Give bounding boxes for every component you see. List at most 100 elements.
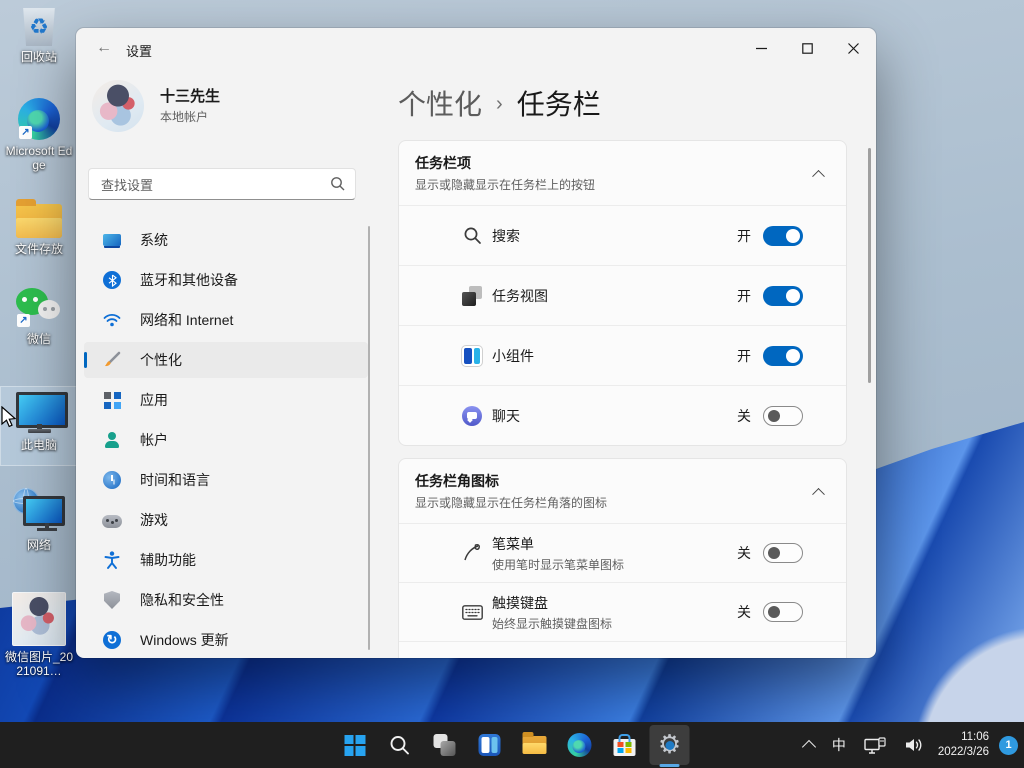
notification-badge[interactable]: 1 xyxy=(999,735,1018,755)
touch-keyboard-toggle[interactable] xyxy=(763,602,803,622)
sidebar-item-label: 时间和语言 xyxy=(140,472,210,488)
desktop-icon-microsoft-edge[interactable]: ↗ Microsoft Edge xyxy=(3,98,75,172)
search-icon xyxy=(331,177,345,191)
toggle-state-label: 开 xyxy=(737,227,751,244)
toggle-state-label: 开 xyxy=(737,287,751,304)
taskbar-corner-icons-card: 任务栏角图标 显示或隐藏显示在任务栏角落的图标 笔菜单 使用笔时显示笔菜单图标 xyxy=(398,458,847,658)
setting-row-task-view: 任务视图 开 xyxy=(399,265,846,325)
toggle-state-label: 关 xyxy=(737,604,751,620)
hidden-icons-button[interactable] xyxy=(800,734,818,756)
sidebar-item-accessibility[interactable]: 辅助功能 xyxy=(84,542,368,578)
settings-button-active[interactable]: ⚙ xyxy=(649,725,690,767)
personalization-brush-icon xyxy=(102,350,122,370)
clock[interactable]: 11:06 2022/3/26 xyxy=(938,730,989,760)
network-icon xyxy=(13,488,65,534)
sidebar-item-network[interactable]: 网络和 Internet xyxy=(84,302,368,338)
settings-nav: 系统 蓝牙和其他设备 网络和 Internet 个性化 应用 帐户 时间和语言 … xyxy=(84,222,368,658)
setting-label: 小组件 xyxy=(492,347,534,364)
accessibility-icon xyxy=(102,550,122,570)
sidebar-item-windows-update[interactable]: ↻ Windows 更新 xyxy=(84,622,368,658)
collapse-chevron-icon[interactable] xyxy=(806,479,830,503)
tray-date: 2022/3/26 xyxy=(937,746,989,758)
section-header-taskbar-items[interactable]: 任务栏项 显示或隐藏显示在任务栏上的按钮 xyxy=(399,141,846,205)
desktop-icon-label: 文件存放 xyxy=(14,242,63,256)
sidebar-item-apps[interactable]: 应用 xyxy=(84,382,368,418)
sidebar-item-system[interactable]: 系统 xyxy=(84,222,368,258)
shortcut-arrow-icon: ↗ xyxy=(19,126,32,139)
sidebar-item-label: 隐私和安全性 xyxy=(140,592,224,608)
edge-button[interactable] xyxy=(560,725,600,765)
search-toggle[interactable] xyxy=(763,225,803,246)
chevron-up-icon xyxy=(801,739,816,755)
settings-search-box[interactable] xyxy=(88,168,356,201)
sidebar-item-time-language[interactable]: 时间和语言 xyxy=(84,462,368,498)
setting-label: 搜索 xyxy=(492,227,520,244)
volume-tray-button[interactable] xyxy=(900,733,928,757)
widgets-toggle[interactable] xyxy=(763,345,803,366)
desktop-icon-wechat-image[interactable]: 微信图片_2021091… xyxy=(3,592,75,678)
sidebar-item-privacy[interactable]: 隐私和安全性 xyxy=(84,582,368,618)
sidebar-item-label: 蓝牙和其他设备 xyxy=(140,272,238,288)
user-avatar[interactable] xyxy=(92,80,144,132)
sidebar-item-label: 个性化 xyxy=(140,352,182,368)
ime-indicator[interactable]: 中 xyxy=(828,731,850,759)
search-input[interactable] xyxy=(99,169,323,201)
pen-icon xyxy=(461,542,483,564)
sidebar-item-personalization[interactable]: 个性化 xyxy=(84,342,368,378)
settings-sidebar: 十三先生 本地帐户 系统 蓝牙和其他设备 xyxy=(76,68,398,658)
section-title: 任务栏角图标 xyxy=(415,473,499,489)
system-tray: 中 11:06 2022/3/26 1 xyxy=(800,722,1018,768)
section-description: 显示或隐藏显示在任务栏上的按钮 xyxy=(415,178,596,192)
sidebar-item-label: 游戏 xyxy=(140,512,168,528)
gear-icon: ⚙ xyxy=(656,731,684,759)
desktop-icon-recycle-bin[interactable]: ♻ 回收站 xyxy=(3,8,75,64)
windows-update-icon: ↻ xyxy=(102,630,122,650)
pen-menu-toggle[interactable] xyxy=(763,543,803,563)
toggle-state-label: 关 xyxy=(737,407,751,424)
edge-icon xyxy=(567,733,592,757)
collapse-chevron-icon[interactable] xyxy=(806,161,830,185)
minimize-icon xyxy=(755,47,767,49)
start-button[interactable] xyxy=(335,725,375,765)
desktop-icon-label: 微信 xyxy=(26,332,51,346)
desktop-icon-network[interactable]: 网络 xyxy=(3,488,75,552)
speaker-icon xyxy=(905,739,922,751)
desktop-icon-wechat[interactable]: ↗ 微信 xyxy=(3,286,75,346)
task-view-toggle[interactable] xyxy=(763,285,803,306)
desktop-icon-folder[interactable]: 文件存放 xyxy=(3,196,75,256)
touch-keyboard-icon xyxy=(461,601,483,623)
minimize-button[interactable] xyxy=(738,28,784,68)
sidebar-item-accounts[interactable]: 帐户 xyxy=(84,422,368,458)
store-button[interactable] xyxy=(605,725,645,765)
maximize-button[interactable] xyxy=(784,28,830,68)
start-icon xyxy=(344,734,365,756)
sidebar-item-bluetooth[interactable]: 蓝牙和其他设备 xyxy=(84,262,368,298)
sidebar-item-label: 应用 xyxy=(140,392,168,408)
setting-row-widgets: 小组件 开 xyxy=(399,325,846,385)
store-icon xyxy=(613,734,636,756)
task-view-button[interactable] xyxy=(425,725,465,765)
sidebar-scrollbar[interactable] xyxy=(368,226,370,650)
breadcrumb-parent[interactable]: 个性化 xyxy=(398,83,482,123)
back-button[interactable]: ← xyxy=(90,36,118,60)
window-title: 设置 xyxy=(126,44,153,59)
settings-window: ← 设置 十三先生 本地帐户 查找设置 系统 蓝牙和其他设备 网络和 Inter… xyxy=(76,28,876,658)
shortcut-arrow-icon: ↗ xyxy=(17,314,30,327)
section-header-corner-icons[interactable]: 任务栏角图标 显示或隐藏显示在任务栏角落的图标 xyxy=(399,459,846,523)
taskbar-search-button[interactable] xyxy=(380,725,420,765)
close-button[interactable] xyxy=(830,28,876,68)
accounts-icon xyxy=(102,430,122,450)
chat-toggle[interactable] xyxy=(763,405,803,426)
network-icon xyxy=(864,736,886,754)
window-titlebar[interactable]: ← 设置 xyxy=(76,28,876,68)
sidebar-item-gaming[interactable]: 游戏 xyxy=(84,502,368,538)
network-tray-button[interactable] xyxy=(860,733,890,758)
search-icon xyxy=(461,225,483,247)
taskbar: ⚙ 中 11:06 2022/3/26 1 xyxy=(0,722,1024,768)
widgets-button[interactable] xyxy=(470,725,510,765)
file-explorer-button[interactable] xyxy=(515,725,555,765)
sidebar-item-label: Windows 更新 xyxy=(140,632,229,648)
setting-row-chat: 聊天 关 xyxy=(399,385,846,445)
content-scrollbar[interactable] xyxy=(868,148,871,383)
desktop-icon-label: 微信图片_2021091… xyxy=(4,650,74,678)
